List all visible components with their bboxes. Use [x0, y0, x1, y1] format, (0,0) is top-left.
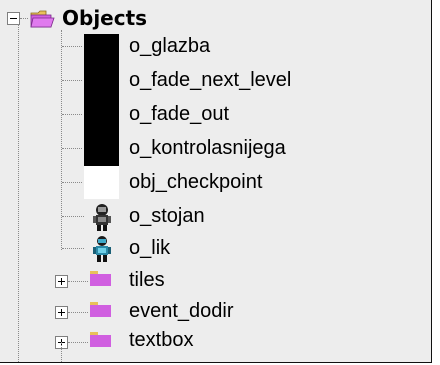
open-folder-icon — [30, 10, 55, 28]
tree-group-label: textbox — [129, 329, 194, 351]
folder-icon — [90, 271, 111, 286]
tree-root-label: Objects — [62, 6, 148, 30]
tree-item-object[interactable]: o_lik — [0, 232, 431, 266]
plus-icon — [61, 278, 62, 285]
object-sprite-swatch — [84, 34, 119, 68]
tree-item-label: o_glazba — [129, 35, 211, 57]
resource-tree-panel: Objects o_glazba o_fade_next_level o_fad… — [0, 0, 432, 363]
tree-item-label: o_fade_out — [129, 103, 230, 125]
tree-item-object[interactable]: o_stojan — [0, 200, 431, 234]
folder-icon — [90, 332, 111, 347]
tree-item-object[interactable]: obj_checkpoint — [0, 166, 431, 200]
tree-item-object[interactable]: o_fade_next_level — [0, 64, 431, 98]
tree-group-label: event_dodir — [129, 300, 234, 322]
tree-group-textbox[interactable]: textbox — [0, 326, 431, 360]
tree-item-label: o_kontrolasnijega — [129, 137, 286, 159]
expand-toggle[interactable] — [55, 275, 68, 288]
tree-item-object[interactable]: o_glazba — [0, 30, 431, 68]
object-sprite-swatch — [84, 64, 119, 98]
object-sprite-swatch — [84, 98, 119, 132]
lik-sprite-icon — [93, 236, 111, 262]
tree-item-object[interactable]: o_fade_out — [0, 98, 431, 132]
minus-icon — [10, 18, 17, 19]
tree-item-label: o_fade_next_level — [129, 69, 292, 91]
tree-item-label: o_lik — [129, 237, 171, 259]
plus-icon — [61, 309, 62, 316]
tree-item-label: obj_checkpoint — [129, 171, 263, 193]
stojan-sprite-icon — [93, 204, 111, 231]
tree-group-tiles[interactable]: tiles — [0, 264, 431, 298]
object-sprite-swatch — [84, 166, 119, 199]
tree-item-object[interactable]: o_kontrolasnijega — [0, 132, 431, 166]
expand-toggle[interactable] — [55, 306, 68, 319]
tree-group-label: tiles — [129, 269, 165, 291]
object-sprite-swatch — [84, 132, 119, 166]
tree-group-event-dodir[interactable]: event_dodir — [0, 295, 431, 329]
tree-item-label: o_stojan — [129, 205, 205, 227]
folder-icon — [90, 302, 111, 317]
